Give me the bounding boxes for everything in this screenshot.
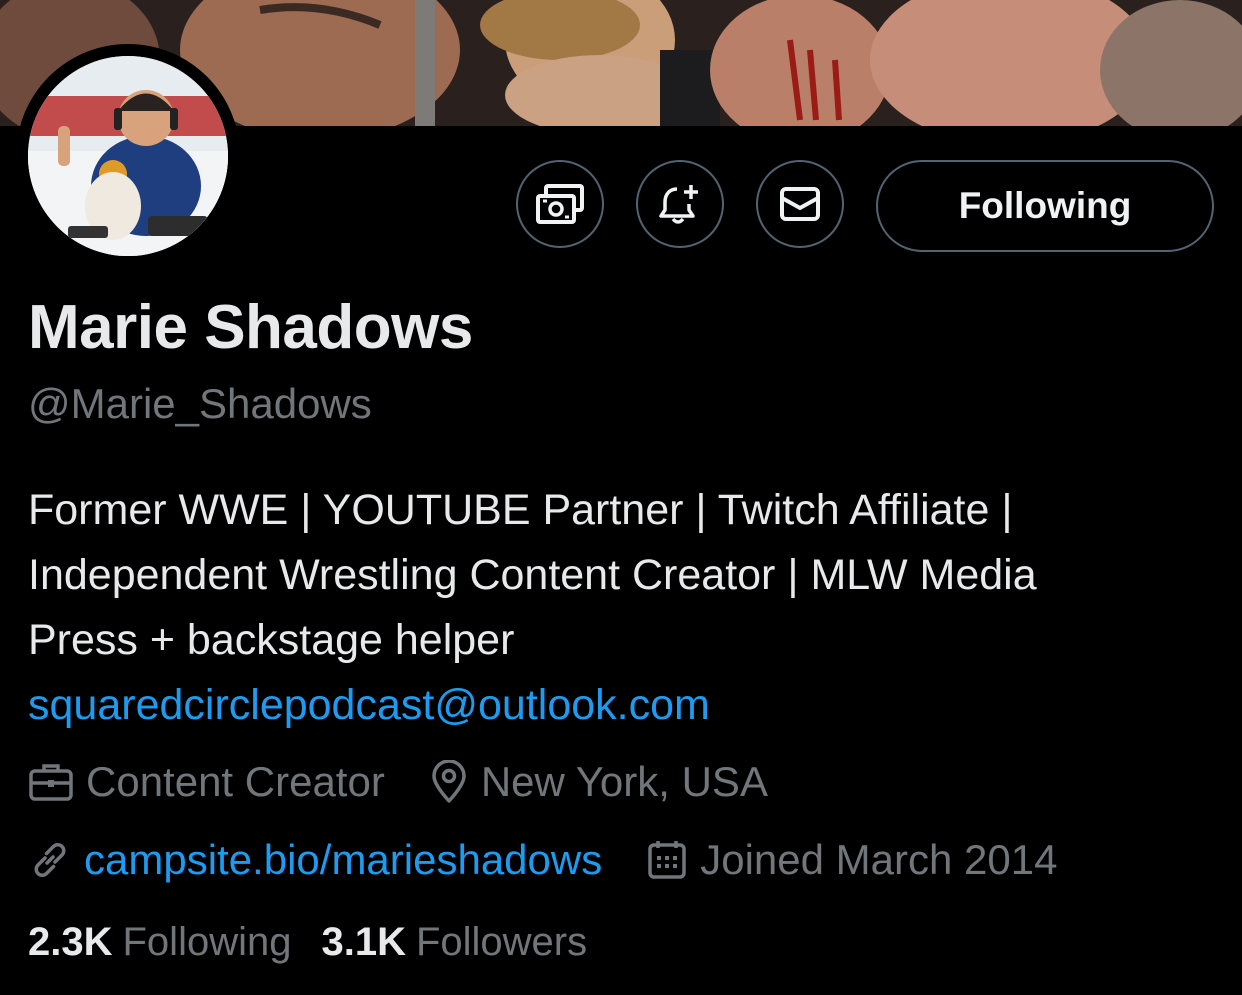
followers-count-link[interactable]: 3.1K Followers (321, 920, 587, 965)
profile-joined: Joined March 2014 (646, 836, 1057, 884)
website-link[interactable]: campsite.bio/marieshadows (84, 836, 602, 884)
bio-line: Former WWE | YOUTUBE Partner | Twitch Af… (28, 486, 1013, 534)
bio-line: Press + backstage helper (28, 616, 515, 664)
location-pin-icon (432, 760, 466, 803)
message-envelope-icon (780, 187, 820, 221)
profile-name: Marie Shadows (28, 293, 473, 362)
profile-category: Content Creator (28, 758, 385, 806)
following-count-link[interactable]: 2.3K Following (28, 920, 291, 965)
profile-meta-row: campsite.bio/marieshadows Joined March 2… (28, 836, 1101, 884)
profile-stats: 2.3K Following 3.1K Followers (28, 920, 617, 965)
link-icon (34, 843, 66, 877)
profile-meta-row: Content Creator New York, USA (28, 758, 812, 806)
location-label: New York, USA (480, 758, 768, 805)
profile-handle: @Marie_Shadows (28, 380, 372, 427)
profile-bio: Former WWE | YOUTUBE Partner | Twitch Af… (28, 478, 1218, 738)
avatar-image (28, 56, 228, 256)
avatar-frame (16, 44, 240, 268)
following-button[interactable]: Following (876, 160, 1214, 252)
notifications-button[interactable] (636, 160, 724, 248)
following-count: 2.3K (28, 920, 113, 964)
followers-count: 3.1K (321, 920, 406, 964)
profile-website[interactable]: campsite.bio/marieshadows (28, 836, 602, 884)
notification-bell-plus-icon (659, 185, 698, 224)
briefcase-icon (29, 764, 73, 801)
avatar[interactable] (28, 56, 228, 256)
following-label: Following (122, 920, 292, 964)
followers-label: Followers (415, 920, 588, 964)
bio-line: Independent Wrestling Content Creator | … (28, 551, 1037, 599)
message-button[interactable] (756, 160, 844, 248)
joined-label: Joined March 2014 (700, 836, 1058, 883)
calendar-icon (648, 841, 686, 879)
subscribe-money-button[interactable] (516, 160, 604, 248)
category-label: Content Creator (86, 758, 385, 805)
money-icon (536, 184, 584, 224)
bio-email-link[interactable]: squaredcirclepodcast@outlook.com (28, 673, 1218, 738)
profile-location: New York, USA (429, 758, 768, 806)
